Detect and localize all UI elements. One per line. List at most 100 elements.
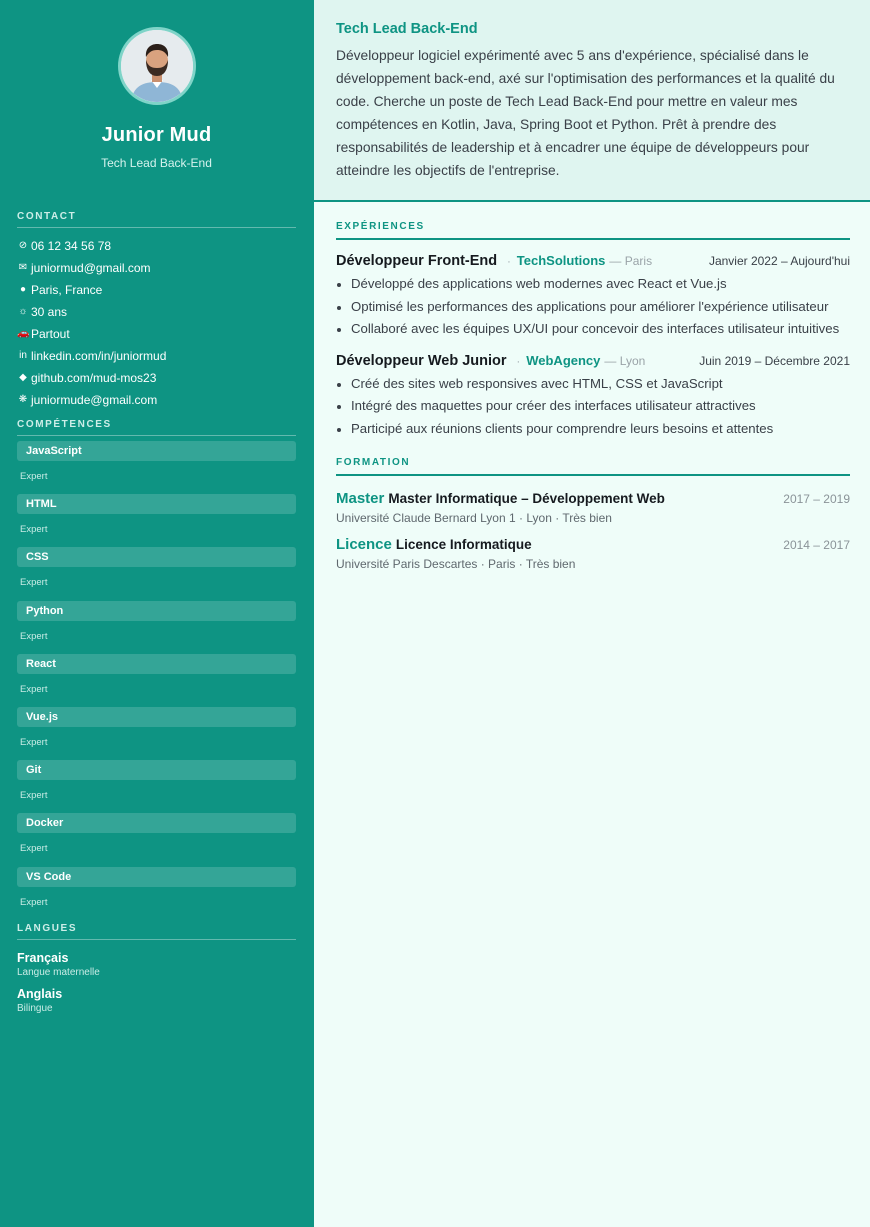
language-name: Français [17, 950, 69, 965]
skill-item: Git Expert [17, 760, 296, 808]
skill-level: Expert [20, 896, 48, 908]
location-icon: ● [19, 284, 27, 295]
skill-level: Expert [20, 790, 48, 802]
education-dates: 2014 – 2017 [783, 538, 850, 552]
main-content: Tech Lead Back-End Développeur logiciel … [314, 0, 870, 1227]
contact-linkedin[interactable]: in linkedin.com/in/juniormud [17, 345, 296, 367]
skill-name: JavaScript [17, 441, 296, 461]
education-header: Licence Licence Informatique 2014 – 2017 [336, 536, 850, 553]
experience-city: — Lyon [604, 353, 646, 368]
contact-text: linkedin.com/in/juniormud [31, 349, 167, 363]
language-item: Anglais Bilingue [17, 987, 296, 1014]
degree-name: Licence Informatique [395, 537, 532, 552]
skill-item: HTML Expert [17, 494, 296, 542]
experience-section-title: EXPÉRIENCES [336, 221, 850, 240]
education-info: Université Claude Bernard Lyon 1 · Lyon … [336, 511, 612, 525]
contact-age: ☼ 30 ans [17, 301, 296, 323]
experience-item: Développeur Web Junior · WebAgency — Lyo… [336, 353, 850, 441]
candidate-name: Junior Mud [101, 124, 212, 146]
skill-level: Expert [20, 630, 48, 642]
contact-text: Partout [31, 327, 70, 341]
skill-level: Expert [20, 736, 48, 748]
summary-section: Tech Lead Back-End Développeur logiciel … [314, 0, 870, 202]
experience-company: TechSolutions [516, 253, 606, 268]
experience-bullets: Créé des sites web responsives avec HTML… [336, 373, 850, 441]
contact-list: ⊘ 06 12 34 56 78 ✉ juniormud@gmail.com ● Pa… [17, 235, 296, 411]
separator-dot: · [516, 355, 521, 368]
degree-tag: Licence [336, 536, 392, 553]
experience-role: Développeur Web Junior [336, 352, 507, 369]
github-icon: ◆ [19, 372, 27, 383]
skill-item: VS Code Expert [17, 866, 296, 915]
email-icon: ✉ [18, 262, 28, 273]
skill-item: CSS Expert [17, 547, 296, 595]
web-icon: ❋ [18, 394, 28, 405]
skill-name: VS Code [17, 866, 296, 887]
skill-level: Expert [20, 843, 48, 855]
contact-text: 30 ans [31, 305, 68, 319]
skill-name: HTML [17, 494, 296, 515]
skill-name: React [17, 653, 296, 674]
contact-text: Paris, France [31, 283, 103, 297]
car-icon: 🚗 [17, 328, 30, 339]
languages-section-title: LANGUES [17, 923, 296, 940]
language-item: Français Langue maternelle [17, 951, 296, 978]
language-name: Anglais [17, 986, 63, 1001]
contact-location: ● Paris, France [17, 279, 296, 301]
avatar-photo-icon [120, 30, 193, 102]
list-item: Collaboré avec les équipes UX/UI pour co… [336, 318, 850, 341]
skill-item: Docker Expert [17, 813, 296, 861]
contact-text: juniormude@gmail.com [31, 393, 158, 407]
summary-title: Tech Lead Back-End [336, 21, 478, 37]
list-item: Créé des sites web responsives avec HTML… [336, 373, 850, 396]
education-info: Université Paris Descartes · Paris · Trè… [336, 557, 576, 571]
contact-section-title: CONTACT [17, 211, 296, 228]
skill-name: CSS [17, 547, 296, 568]
skill-name: Git [17, 760, 296, 781]
skills-list: JavaScript Expert HTML Expert CSS Expert Py… [17, 441, 296, 915]
experience-dates: Juin 2019 – Décembre 2021 [699, 353, 850, 368]
skill-name: Docker [17, 813, 296, 834]
education-section-title: FORMATION [336, 457, 850, 476]
education-item: Licence Licence Informatique 2014 – 2017… [336, 536, 850, 571]
language-level: Bilingue [17, 1002, 53, 1014]
contact-text: github.com/mud-mos23 [31, 371, 157, 385]
phone-icon: ⊘ [18, 240, 28, 251]
resume-page: Junior Mud Tech Lead Back-End CONTACT ⊘ 0… [0, 0, 870, 1227]
contact-phone: ⊘ 06 12 34 56 78 [17, 235, 296, 257]
education-item: Master Master Informatique – Développeme… [336, 490, 850, 525]
skill-item: Vue.js Expert [17, 706, 296, 755]
experience-company: WebAgency [526, 352, 601, 368]
age-icon: ☼ [18, 306, 28, 317]
education-dates: 2017 – 2019 [783, 492, 850, 506]
skill-name: Vue.js [17, 706, 296, 727]
experience-city: — Paris [609, 254, 653, 268]
skill-level: Expert [20, 683, 48, 695]
contact-github[interactable]: ◆ github.com/mud-mos23 [17, 367, 296, 389]
skill-item: JavaScript Expert [17, 441, 296, 489]
list-item: Participé aux réunions clients pour comp… [336, 418, 850, 441]
experience-header: Développeur Front-End · TechSolutions — … [336, 253, 850, 269]
content-body: EXPÉRIENCES Développeur Front-End · Tech… [314, 221, 870, 571]
skills-section-title: COMPÉTENCES [17, 419, 296, 436]
education-header: Master Master Informatique – Développeme… [336, 490, 850, 507]
experience-item: Développeur Front-End · TechSolutions — … [336, 253, 850, 341]
experience-role: Développeur Front-End [336, 253, 498, 269]
skill-level: Expert [20, 471, 48, 482]
skill-level: Expert [20, 577, 48, 589]
sidebar: Junior Mud Tech Lead Back-End CONTACT ⊘ 0… [0, 0, 314, 1227]
language-level: Langue maternelle [17, 966, 100, 978]
separator-dot: · [507, 256, 511, 268]
experience-bullets: Développé des applications web modernes … [336, 273, 850, 341]
experience-header: Développeur Web Junior · WebAgency — Lyo… [336, 353, 850, 369]
skill-name: Python [17, 600, 296, 621]
list-item: Intégré des maquettes pour créer des int… [336, 395, 850, 418]
contact-text: 06 12 34 56 78 [31, 239, 112, 253]
contact-text: juniormud@gmail.com [31, 261, 151, 275]
avatar [117, 27, 196, 105]
contact-web[interactable]: ❋ juniormude@gmail.com [17, 389, 296, 411]
skill-item: Python Expert [17, 600, 296, 649]
candidate-title: Tech Lead Back-End [101, 156, 212, 170]
skill-item: React Expert [17, 653, 296, 702]
contact-email[interactable]: ✉ juniormud@gmail.com [17, 257, 296, 279]
